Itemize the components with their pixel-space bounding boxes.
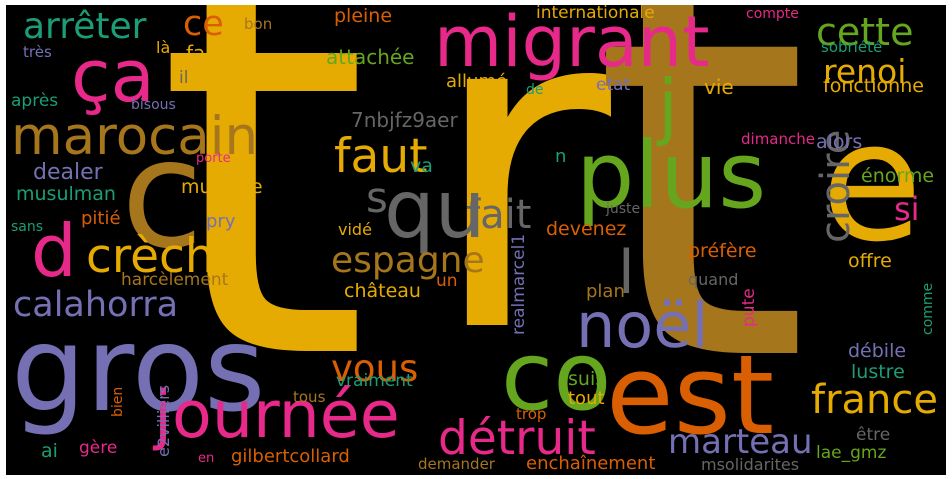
word-internationale-35: internationale xyxy=(536,5,655,23)
word-j-22: j xyxy=(658,64,679,148)
word-il-44: il xyxy=(179,68,189,88)
word-bisous-50: bisous xyxy=(131,97,176,113)
word-calahorra-17: calahorra xyxy=(13,285,179,325)
word-pry-64: pry xyxy=(206,211,236,232)
word-ai-88: ai xyxy=(41,440,58,462)
word-de-51: de xyxy=(526,82,544,98)
word-suis-79: suis xyxy=(568,368,606,390)
word-attachee-41: attachée xyxy=(326,45,415,69)
word-msolidarites-95: msolidarites xyxy=(701,455,800,474)
word-quand-74: quand xyxy=(688,270,739,289)
word-si-33: si xyxy=(894,190,920,228)
word-compte-36: compte xyxy=(746,6,799,22)
word-allume-45: allumé xyxy=(446,71,508,92)
word-vide-66: vidé xyxy=(338,220,372,239)
word-fonctionne-48: fonctionne xyxy=(823,75,924,97)
word-dealer-59: dealer xyxy=(33,160,103,185)
word-marteau-26: marteau xyxy=(668,422,813,462)
word-faire-40: faire xyxy=(186,41,231,65)
word-harcelement-71: harcèlement xyxy=(121,270,229,290)
word-va-57: va xyxy=(410,155,433,177)
word-ce-31: ce xyxy=(183,5,224,44)
word-lae-gmz-94: lae_gmz xyxy=(816,443,887,463)
word-la-39: là xyxy=(156,38,171,57)
word-s-23: s xyxy=(366,173,388,222)
word-etre-87: être xyxy=(856,425,891,445)
word-alors-54: alors xyxy=(816,131,863,153)
word-cloud: t r t gros co est e c migrant plus qu ça marocain jou… xyxy=(6,5,946,475)
word-debile-78: débile xyxy=(848,340,907,362)
word-tous-81: tous xyxy=(293,388,326,406)
word-pute-76: pute xyxy=(739,288,759,327)
word-11h-42: 11h xyxy=(710,46,726,73)
word-journee-13: journée xyxy=(154,378,400,453)
word-porte-55: porte xyxy=(196,151,231,166)
word-apres-49: après xyxy=(11,91,59,111)
word-etat-46: etat xyxy=(596,75,631,95)
word-enchainement-93: enchaînement xyxy=(526,453,656,474)
word-lustre-80: lustre xyxy=(851,361,905,383)
word-prefere-69: préfère xyxy=(688,240,757,262)
word-bien-83: bien xyxy=(110,386,126,417)
word-vraiment-82: vraiment xyxy=(336,371,413,391)
word-juste-62: juste xyxy=(606,201,641,217)
word-gilbertcollard-91: gilbertcollard xyxy=(231,446,350,467)
word-comme-77: comme xyxy=(920,282,936,335)
word-arreter-30: arrêter xyxy=(23,6,147,47)
word-musulman-61: musulman xyxy=(16,183,116,205)
word-devenez-68: devenez xyxy=(546,218,627,240)
word-un-72: un xyxy=(436,271,458,291)
word-gere-89: gère xyxy=(79,438,118,458)
word-en-90: en xyxy=(198,451,215,466)
word-e2villiers-84: e2villiers xyxy=(154,384,173,457)
word-tout-85: tout xyxy=(568,388,605,409)
word-pleine-34: pleine xyxy=(334,5,393,27)
word-7nbjfz9aer-52: 7nbjfz9aer xyxy=(351,108,458,132)
word-pitie-63: pitié xyxy=(81,208,121,229)
word-offre-70: offre xyxy=(848,250,892,272)
word-espagne-19: espagne xyxy=(331,240,485,281)
word-chateau-73: château xyxy=(344,280,421,302)
word-fait-21: fait xyxy=(466,192,532,238)
word-trop-86: trop xyxy=(516,405,547,423)
word-noel-14: noël xyxy=(576,289,709,362)
word-enorme-58: énorme xyxy=(861,165,935,187)
word-sans-65: sans xyxy=(11,219,44,235)
word-france-25: france xyxy=(811,377,938,423)
word-n-56: n xyxy=(555,146,567,167)
word-dimanche-53: dimanche xyxy=(741,130,815,148)
word-vie-47: vie xyxy=(704,75,734,99)
word-bon-37: bon xyxy=(244,15,273,33)
word-tres-38: très xyxy=(23,43,52,61)
word-musique-60: musique xyxy=(181,176,263,198)
word-sobriete-43: sobriété xyxy=(821,38,883,56)
word-realmarcel1-67: realmarcel1 xyxy=(509,233,529,335)
word-demander-92: demander xyxy=(418,455,495,473)
word-plan-75: plan xyxy=(586,281,625,302)
